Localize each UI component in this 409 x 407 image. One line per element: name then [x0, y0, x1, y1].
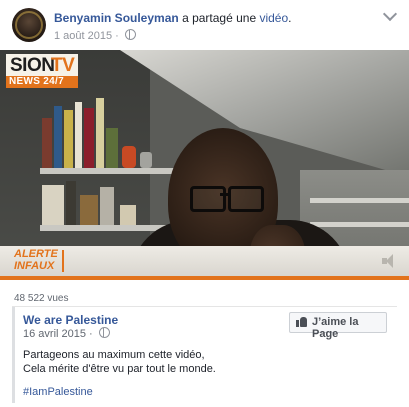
shared-post-text-line: Partageons au maximum cette vidéo, — [23, 349, 205, 361]
video-shelf-right — [310, 198, 409, 203]
post-verb: a partagé une — [182, 11, 257, 25]
post-header: Benyamin Souleyman a partagé une vidéo. — [54, 11, 292, 25]
author-avatar[interactable] — [12, 8, 46, 42]
ticker-separator — [62, 250, 64, 272]
ticker-label-line2: INFAUX — [14, 260, 55, 272]
ticker-stripe — [0, 276, 409, 280]
view-count: 48 522 vues — [14, 293, 69, 304]
video-bookshelf-bottom — [40, 178, 170, 225]
video-player[interactable]: SION TV NEWS 24/7 ALERTE INFAUX — [0, 50, 409, 280]
shared-post: We are Palestine 16 avril 2015 · J’aime … — [12, 307, 399, 403]
ticker-label-line1: ALERTE — [14, 248, 58, 260]
channel-logo-sub: NEWS 24/7 — [9, 76, 64, 87]
channel-logo-main: SION — [10, 55, 55, 76]
post-meta: 1 août 2015 · — [54, 29, 136, 42]
hashtag-link[interactable]: #IamPalestine — [23, 386, 93, 398]
shared-page-name-link[interactable]: We are Palestine — [23, 313, 118, 327]
ticker-label: ALERTE INFAUX — [14, 248, 64, 272]
like-page-button[interactable]: J’aime la Page — [289, 312, 387, 340]
video-bookshelf-top — [40, 90, 160, 168]
post-card: Benyamin Souleyman a partagé une vidéo. … — [0, 0, 409, 407]
like-page-label: J’aime la Page — [312, 316, 359, 340]
news-ticker: ALERTE INFAUX — [0, 246, 409, 280]
channel-logo-tv: TV — [51, 55, 75, 76]
shared-post-meta: 16 avril 2015 · — [23, 327, 110, 340]
author-name-link[interactable]: Benyamin Souleyman — [54, 11, 179, 25]
avatar-ring — [15, 11, 43, 39]
mute-icon[interactable] — [382, 254, 400, 268]
shared-post-text-line: Cela mérite d'être vu par tout le monde. — [23, 363, 216, 375]
thumbs-up-icon — [296, 317, 307, 327]
video-person-glasses — [190, 186, 264, 212]
globe-icon — [124, 29, 136, 40]
channel-logo: SION TV NEWS 24/7 — [6, 54, 78, 88]
globe-icon — [98, 327, 110, 338]
video-link[interactable]: vidéo — [259, 11, 288, 25]
post-date[interactable]: 1 août 2015 · — [54, 30, 119, 42]
post-header-suffix: . — [288, 11, 292, 25]
video-shelf-right — [310, 222, 409, 227]
shared-post-date[interactable]: 16 avril 2015 · — [23, 328, 93, 340]
chevron-down-icon[interactable] — [382, 6, 398, 22]
